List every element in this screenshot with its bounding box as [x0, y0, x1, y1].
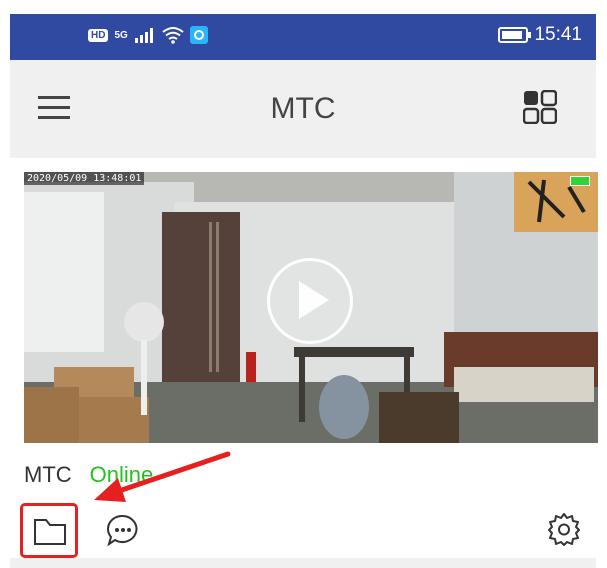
status-bar: HD 5G 15:41 [10, 14, 596, 60]
camera-timestamp: 2020/05/09 13:48:01 [24, 172, 145, 185]
page-title: MTC [270, 92, 336, 125]
device-list: 2020/05/09 13:48:01 MTC Online [10, 158, 598, 568]
camera-preview[interactable]: 2020/05/09 13:48:01 [24, 172, 598, 443]
folder-button[interactable] [20, 503, 78, 558]
network-type: 5G [114, 29, 128, 41]
message-bubble-icon[interactable] [106, 513, 140, 547]
grid-view-icon[interactable] [523, 90, 557, 124]
device-name: MTC [24, 462, 72, 487]
divider [10, 558, 596, 568]
gear-icon[interactable] [547, 512, 581, 546]
play-icon[interactable] [267, 258, 353, 344]
red-arrow-annotation [94, 451, 231, 502]
folder-icon [34, 519, 66, 545]
status-icons-left: HD 5G [88, 26, 208, 44]
camera-battery-icon [570, 176, 590, 186]
signal-icon [134, 28, 153, 43]
battery-icon [498, 27, 532, 43]
app-bar: MTC [10, 60, 596, 158]
hd-badge: HD [88, 28, 109, 42]
clock: 15:41 [534, 24, 582, 45]
app-notification-icon [189, 26, 208, 44]
status-icons-right: 15:41 [498, 24, 582, 46]
wifi-icon [162, 27, 184, 44]
